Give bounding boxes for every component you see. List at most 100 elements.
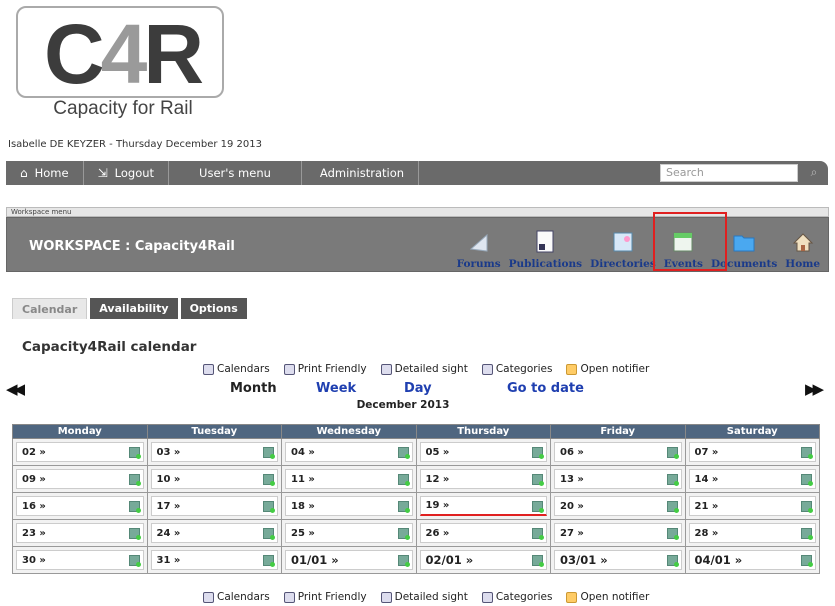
add-event-icon[interactable]	[128, 528, 141, 540]
calendar-day[interactable]: 25 »	[285, 523, 413, 543]
add-event-icon[interactable]	[397, 447, 410, 459]
calendar-day[interactable]: 03/01 »	[554, 550, 682, 570]
calendar-day[interactable]: 04/01 »	[688, 550, 816, 570]
go-to-date[interactable]: Go to date	[507, 381, 584, 396]
day-number: 11 »	[291, 473, 315, 485]
add-event-icon[interactable]	[666, 528, 679, 540]
nav-administration[interactable]: Administration	[302, 161, 420, 185]
tab-options[interactable]: Options	[180, 298, 247, 319]
documents-icon	[733, 235, 755, 252]
categories-link[interactable]: Categories	[481, 363, 552, 375]
categories-icon	[481, 591, 493, 603]
detailed-sight-link[interactable]: Detailed sight	[380, 591, 468, 603]
tab-availability[interactable]: Availability	[90, 298, 178, 319]
print-friendly-link[interactable]: Print Friendly	[283, 363, 367, 375]
add-event-icon[interactable]	[801, 501, 813, 513]
calendar-day[interactable]: 14 »	[688, 469, 816, 489]
add-event-icon[interactable]	[666, 501, 679, 513]
add-event-icon[interactable]	[532, 474, 544, 486]
view-day[interactable]: Day	[404, 381, 432, 396]
tab-calendar[interactable]: Calendar	[12, 298, 88, 319]
calendar-day[interactable]: 24 »	[150, 523, 278, 543]
add-event-icon[interactable]	[263, 501, 275, 513]
nav-home[interactable]: ⌂ Home	[6, 161, 84, 185]
search-input[interactable]: Search	[660, 164, 798, 182]
previous-arrow-icon[interactable]: ◀◀	[6, 380, 25, 398]
add-event-icon[interactable]	[801, 447, 813, 459]
calendar-day[interactable]: 23 »	[16, 523, 144, 543]
calendar-day[interactable]: 28 »	[688, 523, 816, 543]
calendar-day[interactable]: 30 »	[16, 550, 144, 570]
nav-users-menu[interactable]: User's menu	[169, 161, 302, 185]
add-event-icon[interactable]	[801, 474, 813, 486]
workspace-home[interactable]: Home	[785, 230, 820, 270]
calendar-day[interactable]: 11 »	[285, 469, 413, 489]
calendar-day[interactable]: 05 »	[419, 442, 547, 462]
add-event-icon[interactable]	[666, 447, 679, 459]
calendar-day[interactable]: 06 »	[554, 442, 682, 462]
add-event-icon[interactable]	[128, 447, 141, 459]
add-event-icon[interactable]	[263, 555, 275, 567]
next-arrow-icon[interactable]: ▶▶	[805, 380, 824, 398]
current-month: December 2013	[334, 399, 472, 411]
add-event-icon[interactable]	[128, 474, 141, 486]
calendars-link[interactable]: Calendars	[203, 363, 270, 375]
add-event-icon[interactable]	[397, 528, 410, 540]
calendar-day[interactable]: 27 »	[554, 523, 682, 543]
day-header: Tuesday	[146, 424, 282, 439]
calendar-day[interactable]: 07 »	[688, 442, 816, 462]
calendar-day[interactable]: 01/01 »	[285, 550, 413, 570]
calendar-day[interactable]: 21 »	[688, 496, 816, 516]
detailed-sight-link[interactable]: Detailed sight	[380, 363, 468, 375]
add-event-icon[interactable]	[532, 555, 544, 567]
calendar-day[interactable]: 26 »	[419, 523, 547, 543]
view-month[interactable]: Month	[230, 381, 277, 396]
print-friendly-link[interactable]: Print Friendly	[283, 591, 367, 603]
day-header: Wednesday	[281, 424, 417, 439]
calendars-label: Calendars	[217, 591, 270, 603]
calendar-day-cell: 14 »	[684, 465, 820, 493]
nav-logout[interactable]: ⇲ Logout	[84, 161, 170, 185]
add-event-icon[interactable]	[801, 555, 813, 567]
add-event-icon[interactable]	[263, 528, 275, 540]
add-event-icon[interactable]	[397, 474, 410, 486]
workspace-forums[interactable]: Forums	[457, 230, 501, 270]
add-event-icon[interactable]	[666, 555, 679, 567]
calendar-day[interactable]: 18 »	[285, 496, 413, 516]
calendar-day-cell: 07 »	[684, 438, 820, 466]
calendar-day[interactable]: 02/01 »	[419, 550, 547, 570]
calendar-day-today[interactable]: 19 »	[419, 496, 547, 516]
workspace-directories[interactable]: Directories	[590, 230, 656, 270]
calendar-day[interactable]: 10 »	[150, 469, 278, 489]
add-event-icon[interactable]	[397, 555, 410, 567]
calendar-day[interactable]: 02 »	[16, 442, 144, 462]
categories-link[interactable]: Categories	[481, 591, 552, 603]
calendar-day[interactable]: 12 »	[419, 469, 547, 489]
open-notifier-link[interactable]: Open notifier	[566, 363, 649, 375]
calendar-day[interactable]: 31 »	[150, 550, 278, 570]
add-event-icon[interactable]	[532, 501, 544, 513]
view-week[interactable]: Week	[316, 381, 356, 396]
calendar-day[interactable]: 20 »	[554, 496, 682, 516]
add-event-icon[interactable]	[532, 447, 544, 459]
calendar-day[interactable]: 13 »	[554, 469, 682, 489]
calendars-link[interactable]: Calendars	[203, 591, 270, 603]
add-event-icon[interactable]	[128, 501, 141, 513]
workspace-publications[interactable]: Publications	[509, 230, 582, 270]
publications-icon	[536, 230, 554, 253]
add-event-icon[interactable]	[263, 447, 275, 459]
add-event-icon[interactable]	[263, 474, 275, 486]
add-event-icon[interactable]	[801, 528, 813, 540]
add-event-icon[interactable]	[666, 474, 679, 486]
search-icon[interactable]: ⌕	[806, 165, 822, 181]
calendar-day[interactable]: 03 »	[150, 442, 278, 462]
add-event-icon[interactable]	[397, 501, 410, 513]
calendar-day[interactable]: 09 »	[16, 469, 144, 489]
add-event-icon[interactable]	[128, 555, 141, 567]
add-event-icon[interactable]	[532, 528, 544, 540]
open-notifier-link[interactable]: Open notifier	[566, 591, 649, 603]
calendar-day[interactable]: 04 »	[285, 442, 413, 462]
calendar-day[interactable]: 17 »	[150, 496, 278, 516]
day-number: 24 »	[156, 527, 181, 539]
calendar-day[interactable]: 16 »	[16, 496, 144, 516]
